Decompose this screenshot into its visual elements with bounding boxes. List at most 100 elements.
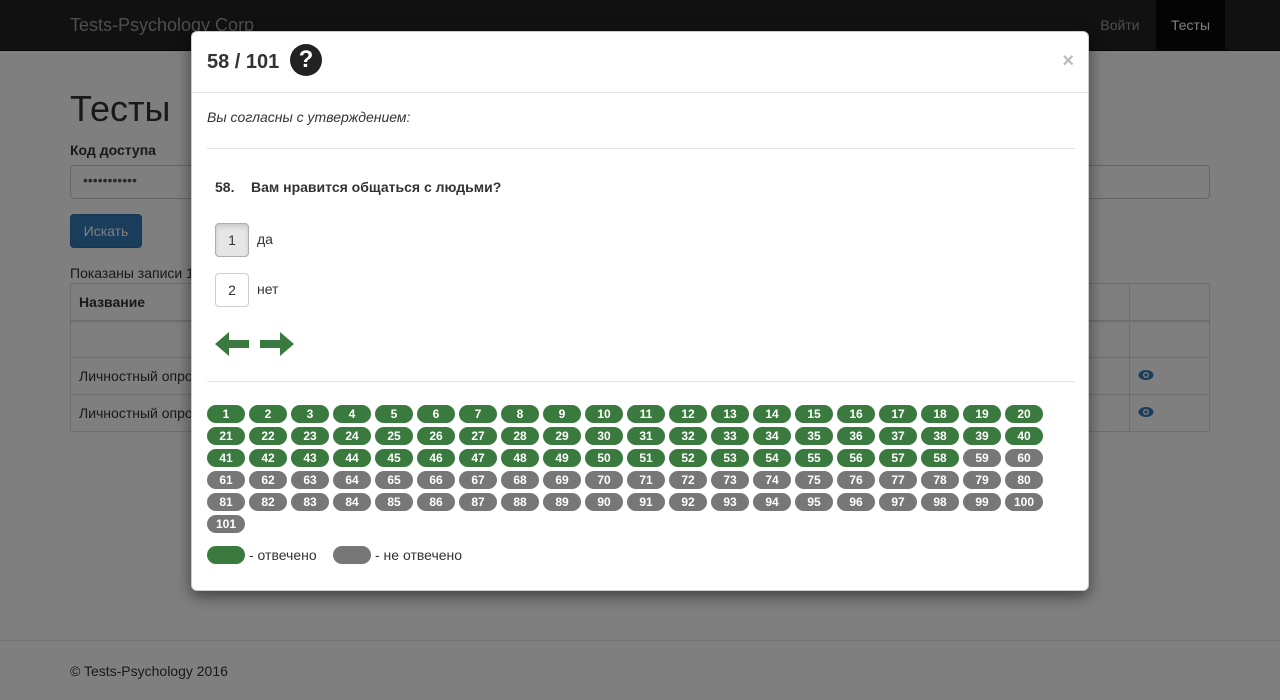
question-pill-41[interactable]: 41: [207, 449, 245, 467]
question-pill-82[interactable]: 82: [249, 493, 287, 511]
question-pill-13[interactable]: 13: [711, 405, 749, 423]
question-pill-75[interactable]: 75: [795, 471, 833, 489]
question-pill-95[interactable]: 95: [795, 493, 833, 511]
question-pill-78[interactable]: 78: [921, 471, 959, 489]
question-pill-66[interactable]: 66: [417, 471, 455, 489]
question-pill-51[interactable]: 51: [627, 449, 665, 467]
question-pill-93[interactable]: 93: [711, 493, 749, 511]
question-circle-icon[interactable]: ?: [290, 44, 322, 76]
question-pill-35[interactable]: 35: [795, 427, 833, 445]
question-pill-22[interactable]: 22: [249, 427, 287, 445]
question-pill-18[interactable]: 18: [921, 405, 959, 423]
question-pill-87[interactable]: 87: [459, 493, 497, 511]
question-pill-33[interactable]: 33: [711, 427, 749, 445]
question-pill-12[interactable]: 12: [669, 405, 707, 423]
question-pill-99[interactable]: 99: [963, 493, 1001, 511]
question-pill-94[interactable]: 94: [753, 493, 791, 511]
question-pill-27[interactable]: 27: [459, 427, 497, 445]
question-pill-73[interactable]: 73: [711, 471, 749, 489]
question-pill-21[interactable]: 21: [207, 427, 245, 445]
question-pill-17[interactable]: 17: [879, 405, 917, 423]
question-pill-72[interactable]: 72: [669, 471, 707, 489]
question-pill-53[interactable]: 53: [711, 449, 749, 467]
question-pill-86[interactable]: 86: [417, 493, 455, 511]
question-pill-16[interactable]: 16: [837, 405, 875, 423]
question-pill-70[interactable]: 70: [585, 471, 623, 489]
question-pill-69[interactable]: 69: [543, 471, 581, 489]
question-pill-59[interactable]: 59: [963, 449, 1001, 467]
question-pill-67[interactable]: 67: [459, 471, 497, 489]
question-pill-91[interactable]: 91: [627, 493, 665, 511]
question-pill-46[interactable]: 46: [417, 449, 455, 467]
question-pill-47[interactable]: 47: [459, 449, 497, 467]
arrow-left-icon[interactable]: [215, 329, 249, 359]
question-pill-71[interactable]: 71: [627, 471, 665, 489]
question-pill-29[interactable]: 29: [543, 427, 581, 445]
question-pill-80[interactable]: 80: [1005, 471, 1043, 489]
question-pill-101[interactable]: 101: [207, 515, 245, 533]
question-pill-100[interactable]: 100: [1005, 493, 1043, 511]
question-pill-11[interactable]: 11: [627, 405, 665, 423]
question-pill-56[interactable]: 56: [837, 449, 875, 467]
question-pill-89[interactable]: 89: [543, 493, 581, 511]
question-pill-43[interactable]: 43: [291, 449, 329, 467]
question-pill-65[interactable]: 65: [375, 471, 413, 489]
question-pill-15[interactable]: 15: [795, 405, 833, 423]
question-pill-20[interactable]: 20: [1005, 405, 1043, 423]
answer-key-button[interactable]: 1: [215, 223, 249, 257]
question-pill-96[interactable]: 96: [837, 493, 875, 511]
question-pill-10[interactable]: 10: [585, 405, 623, 423]
question-pill-98[interactable]: 98: [921, 493, 959, 511]
question-pill-34[interactable]: 34: [753, 427, 791, 445]
question-pill-2[interactable]: 2: [249, 405, 287, 423]
question-pill-3[interactable]: 3: [291, 405, 329, 423]
question-pill-97[interactable]: 97: [879, 493, 917, 511]
question-pill-48[interactable]: 48: [501, 449, 539, 467]
arrow-right-icon[interactable]: [260, 329, 294, 359]
question-pill-62[interactable]: 62: [249, 471, 287, 489]
question-pill-6[interactable]: 6: [417, 405, 455, 423]
question-pill-40[interactable]: 40: [1005, 427, 1043, 445]
question-pill-7[interactable]: 7: [459, 405, 497, 423]
question-pill-63[interactable]: 63: [291, 471, 329, 489]
question-pill-28[interactable]: 28: [501, 427, 539, 445]
question-pill-39[interactable]: 39: [963, 427, 1001, 445]
question-pill-76[interactable]: 76: [837, 471, 875, 489]
question-pill-37[interactable]: 37: [879, 427, 917, 445]
answer-key-button[interactable]: 2: [215, 273, 249, 307]
question-pill-26[interactable]: 26: [417, 427, 455, 445]
question-pill-88[interactable]: 88: [501, 493, 539, 511]
question-pill-9[interactable]: 9: [543, 405, 581, 423]
question-pill-42[interactable]: 42: [249, 449, 287, 467]
question-pill-14[interactable]: 14: [753, 405, 791, 423]
question-pill-45[interactable]: 45: [375, 449, 413, 467]
question-pill-38[interactable]: 38: [921, 427, 959, 445]
question-pill-30[interactable]: 30: [585, 427, 623, 445]
close-button[interactable]: ×: [1062, 51, 1074, 71]
question-pill-52[interactable]: 52: [669, 449, 707, 467]
question-pill-4[interactable]: 4: [333, 405, 371, 423]
question-pill-44[interactable]: 44: [333, 449, 371, 467]
question-pill-79[interactable]: 79: [963, 471, 1001, 489]
question-pill-55[interactable]: 55: [795, 449, 833, 467]
question-pill-24[interactable]: 24: [333, 427, 371, 445]
question-pill-68[interactable]: 68: [501, 471, 539, 489]
question-pill-61[interactable]: 61: [207, 471, 245, 489]
question-pill-90[interactable]: 90: [585, 493, 623, 511]
question-pill-83[interactable]: 83: [291, 493, 329, 511]
answer-label[interactable]: да: [257, 231, 273, 247]
answer-label[interactable]: нет: [257, 281, 278, 297]
question-pill-25[interactable]: 25: [375, 427, 413, 445]
question-pill-31[interactable]: 31: [627, 427, 665, 445]
question-pill-54[interactable]: 54: [753, 449, 791, 467]
question-pill-60[interactable]: 60: [1005, 449, 1043, 467]
question-pill-32[interactable]: 32: [669, 427, 707, 445]
question-pill-49[interactable]: 49: [543, 449, 581, 467]
question-pill-57[interactable]: 57: [879, 449, 917, 467]
question-pill-84[interactable]: 84: [333, 493, 371, 511]
question-pill-77[interactable]: 77: [879, 471, 917, 489]
question-pill-58[interactable]: 58: [921, 449, 959, 467]
question-pill-23[interactable]: 23: [291, 427, 329, 445]
question-pill-8[interactable]: 8: [501, 405, 539, 423]
question-pill-36[interactable]: 36: [837, 427, 875, 445]
